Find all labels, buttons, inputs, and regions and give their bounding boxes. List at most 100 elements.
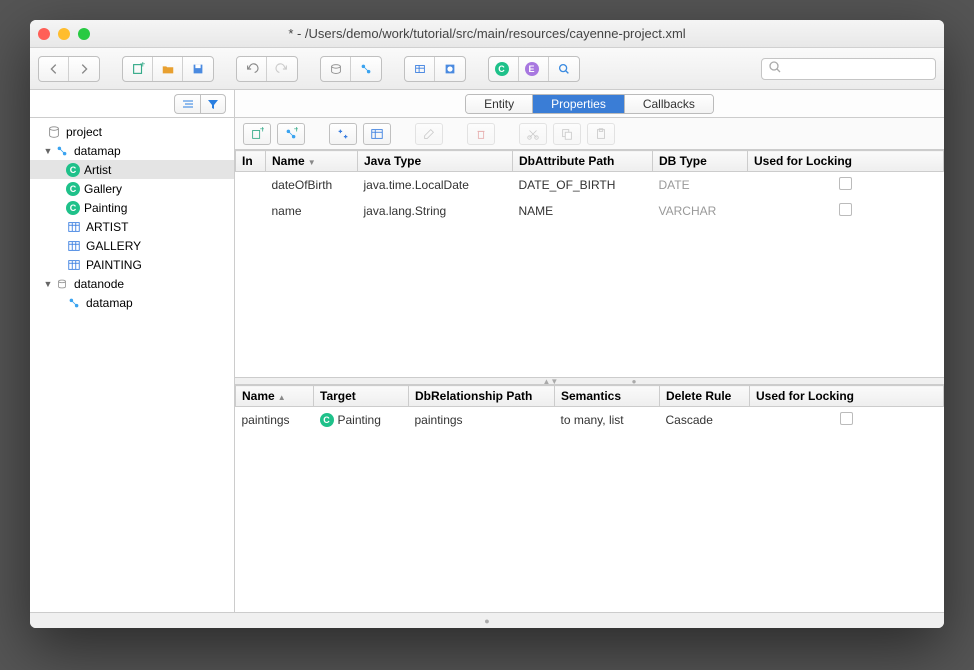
open-button[interactable] (153, 57, 183, 81)
tree-label: Artist (84, 163, 111, 177)
new-relationship-button[interactable]: + (277, 123, 305, 145)
app-window: * - /Users/demo/work/tutorial/src/main/r… (30, 20, 944, 628)
tree-entity-painting[interactable]: C Painting (30, 198, 234, 217)
col-locking[interactable]: Used for Locking (750, 386, 944, 407)
col-target[interactable]: Target (314, 386, 409, 407)
search-input[interactable] (786, 62, 929, 76)
col-name[interactable]: Name▼ (266, 151, 358, 172)
tab-properties[interactable]: Properties (533, 95, 625, 113)
tree-label: PAINTING (86, 258, 142, 272)
tree-label: datamap (74, 144, 121, 158)
collapse-tree-button[interactable] (174, 94, 200, 114)
tree-project[interactable]: project (30, 122, 234, 141)
objentity-icon: C (320, 413, 334, 427)
search-field[interactable] (761, 58, 936, 80)
save-button[interactable] (183, 57, 213, 81)
col-name[interactable]: Name▲ (236, 386, 314, 407)
splitter[interactable]: ▲▼ ● (235, 377, 944, 385)
search-button[interactable] (549, 57, 579, 81)
search-icon (768, 60, 782, 77)
paste-button[interactable] (587, 123, 615, 145)
attributes-pane: In Name▼ Java Type DbAttribute Path DB T… (235, 150, 944, 377)
objentity-icon: C (66, 163, 80, 177)
minimize-button[interactable] (58, 28, 70, 40)
table-row[interactable]: name java.lang.String NAME VARCHAR (236, 198, 944, 224)
sync-button[interactable] (329, 123, 357, 145)
zoom-button[interactable] (78, 28, 90, 40)
forward-button[interactable] (69, 57, 99, 81)
back-button[interactable] (39, 57, 69, 81)
properties-toolbar: + + (235, 118, 944, 150)
tab-callbacks[interactable]: Callbacks (625, 95, 713, 113)
col-db-rel[interactable]: DbRelationship Path (409, 386, 555, 407)
locking-checkbox[interactable] (840, 412, 853, 425)
expand-arrow-icon[interactable]: ▼ (42, 279, 54, 289)
main-panel: Entity Properties Callbacks + + (235, 90, 944, 612)
new-attribute-button[interactable]: + (243, 123, 271, 145)
tree-label: project (66, 125, 102, 139)
tree-datanode[interactable]: ▼ datanode (30, 274, 234, 293)
datamap-icon[interactable] (351, 57, 381, 81)
table-row[interactable]: paintings CPainting paintings to many, l… (236, 407, 944, 434)
dbentity-button[interactable] (405, 57, 435, 81)
objentity-button[interactable] (435, 57, 465, 81)
tree-label: GALLERY (86, 239, 141, 253)
project-icon (46, 124, 62, 140)
tree-label: datamap (86, 296, 133, 310)
col-inherited[interactable]: In (236, 151, 266, 172)
sidebar: project ▼ datamap C Artist C Gallery C (30, 90, 235, 612)
datamap-icon (66, 295, 82, 311)
window-title: * - /Users/demo/work/tutorial/src/main/r… (30, 26, 944, 41)
tree-dbentity-artist[interactable]: ARTIST (30, 217, 234, 236)
col-semantics[interactable]: Semantics (555, 386, 660, 407)
col-db-attr[interactable]: DbAttribute Path (513, 151, 653, 172)
tree-dbentity-gallery[interactable]: GALLERY (30, 236, 234, 255)
tree-datamap[interactable]: ▼ datamap (30, 141, 234, 160)
tree-entity-gallery[interactable]: C Gallery (30, 179, 234, 198)
tree-dbentity-painting[interactable]: PAINTING (30, 255, 234, 274)
objentity-icon: C (66, 182, 80, 196)
datanode-icon[interactable] (321, 57, 351, 81)
locking-checkbox[interactable] (839, 203, 852, 216)
dbentity-icon (66, 219, 82, 235)
view-db-button[interactable] (363, 123, 391, 145)
traffic-lights (38, 28, 90, 40)
new-project-button[interactable]: + (123, 57, 153, 81)
datamap-icon (54, 143, 70, 159)
e-entity-button[interactable]: E (519, 57, 549, 81)
tree-label: ARTIST (86, 220, 128, 234)
tab-entity[interactable]: Entity (466, 95, 533, 113)
filter-button[interactable] (200, 94, 226, 114)
datanode-icon (54, 276, 70, 292)
col-delete-rule[interactable]: Delete Rule (660, 386, 750, 407)
main-toolbar: + C E (30, 48, 944, 90)
expand-arrow-icon[interactable]: ▼ (42, 146, 54, 156)
redo-button[interactable] (267, 57, 297, 81)
titlebar: * - /Users/demo/work/tutorial/src/main/r… (30, 20, 944, 48)
cut-button[interactable] (519, 123, 547, 145)
edit-button[interactable] (415, 123, 443, 145)
relationships-table: Name▲ Target DbRelationship Path Semanti… (235, 385, 944, 433)
delete-button[interactable] (467, 123, 495, 145)
col-locking[interactable]: Used for Locking (748, 151, 944, 172)
dbentity-icon (66, 257, 82, 273)
col-db-type[interactable]: DB Type (653, 151, 748, 172)
tree-datanode-map[interactable]: datamap (30, 293, 234, 312)
copy-button[interactable] (553, 123, 581, 145)
c-entity-button[interactable]: C (489, 57, 519, 81)
relationships-pane: Name▲ Target DbRelationship Path Semanti… (235, 385, 944, 612)
project-tree: project ▼ datamap C Artist C Gallery C (30, 118, 234, 612)
close-button[interactable] (38, 28, 50, 40)
svg-text:+: + (260, 127, 264, 135)
tree-label: datanode (74, 277, 124, 291)
table-row[interactable]: dateOfBirth java.time.LocalDate DATE_OF_… (236, 172, 944, 199)
col-java-type[interactable]: Java Type (358, 151, 513, 172)
tree-entity-artist[interactable]: C Artist (30, 160, 234, 179)
svg-text:+: + (139, 62, 144, 70)
undo-button[interactable] (237, 57, 267, 81)
dbentity-icon (66, 238, 82, 254)
locking-checkbox[interactable] (839, 177, 852, 190)
objentity-icon: C (66, 201, 80, 215)
tree-label: Gallery (84, 182, 122, 196)
tab-bar: Entity Properties Callbacks (235, 90, 944, 118)
